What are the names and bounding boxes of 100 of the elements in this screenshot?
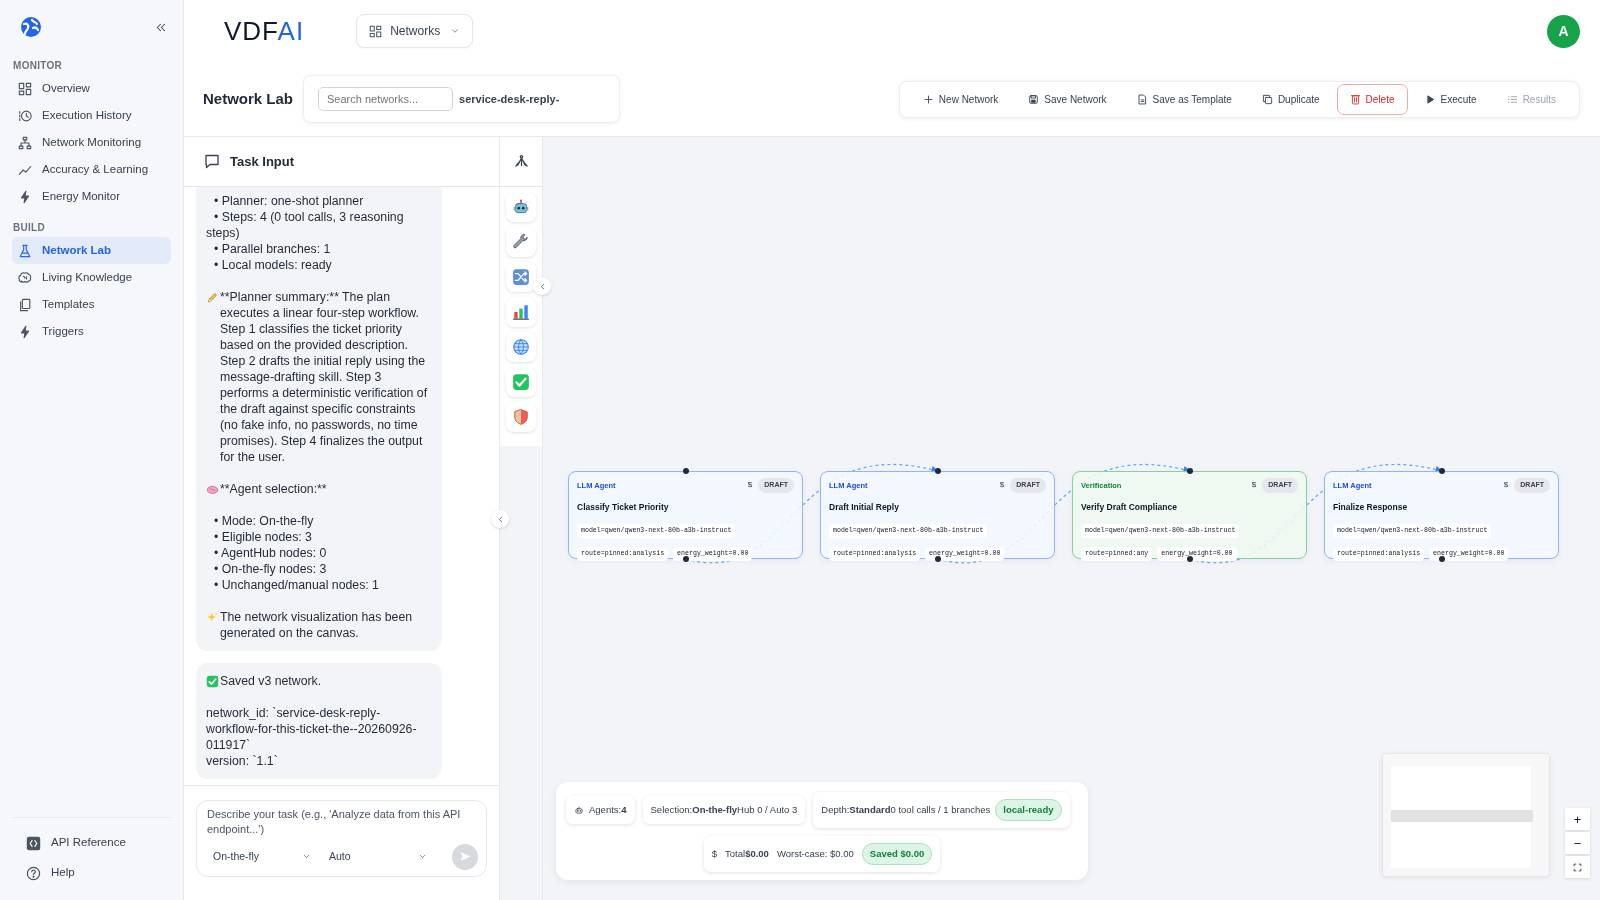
model-select[interactable]: Auto [323,844,433,869]
bar-chart-icon [512,303,530,321]
checkbox-icon [206,674,219,688]
search-field[interactable]: Search networks... [318,87,453,111]
sidebar-item[interactable]: Accuracy & Learning [12,156,171,183]
connection-handle[interactable] [1187,556,1193,562]
fit-icon [1573,862,1582,872]
connection-handle[interactable] [1439,468,1445,474]
connection-handle[interactable] [935,556,941,562]
node-title: Finalize Response [1333,500,1409,514]
message-text: • On-the-fly nodes: 3 [213,560,328,577]
grid-icon [369,24,383,38]
panel-title: Task Input [230,152,295,171]
page-title: Network Lab [203,90,293,108]
stat-text: Selection:On-the-flyHub 0 / Auto 3 [650,802,798,817]
node-title: Classify Ticket Priority [577,500,670,514]
sparkle-icon [206,610,219,624]
palette-button[interactable] [506,367,536,397]
checkbox-icon [512,373,530,391]
toolbar-button[interactable]: Duplicate [1248,83,1333,115]
toolbar-button[interactable]: Delete [1336,83,1408,115]
documents-icon [18,297,32,312]
networks-dropdown[interactable]: Networks [356,14,474,48]
palette-button[interactable] [506,332,536,362]
cost-label: $ [1251,479,1257,492]
connection-handle[interactable] [683,556,689,562]
palette-button[interactable] [506,227,536,257]
palette-button[interactable] [506,262,536,292]
send-icon [459,851,471,863]
palette-button[interactable] [506,297,536,327]
copy-icon [1261,93,1273,105]
stat-text: Depth:Standard0 tool calls / 1 branches [821,802,991,817]
message-text: • Unchanged/manual nodes: 1 [213,576,380,593]
sidebar-item[interactable]: API Reference [12,828,171,858]
sidebar-item[interactable]: Energy Monitor [12,183,171,210]
logo: VDFAI [224,18,305,44]
section-label: MONITOR [13,59,64,73]
sidebar-item[interactable]: Execution History [12,102,171,129]
fit-view-button[interactable] [1565,856,1590,878]
sidebar-item[interactable]: Network Monitoring [12,129,171,156]
message-text: • Parallel branches: 1 [213,240,332,257]
shield-icon [512,408,530,426]
sidebar-item[interactable]: Network Lab [12,237,171,264]
message-text: • Eligible nodes: 3 [213,528,313,545]
chevron-icon [450,26,461,36]
connection-handle[interactable] [935,468,941,474]
bolt-icon [18,189,32,204]
sidebar-item[interactable]: Overview [12,75,171,102]
message-text: • Local models: ready [213,256,333,273]
currency-label: $ [711,846,718,861]
sidebar-item[interactable]: Templates [12,291,171,318]
message-text: The network visualization has been generated on the canvas. [220,608,414,641]
network-icon [18,135,32,150]
plus-icon [922,93,934,105]
network-name: service-desk-reply- [459,91,560,107]
task-input-field[interactable]: Describe your task (e.g., 'Analyze data from this API endpoint...') On-the-fly Auto [196,799,487,877]
zoom-in-button[interactable]: + [1565,808,1590,830]
message-text: **Planner summary:** The plan executes a linear four-step workflow. Step 1 classifies the ticket priority based on the provided description. Step 2 drafts the initial reply using the message-drafting skill. Step 3 performs a deterministic verification of the draft against specific constraints (no fake info, no passwords, no time promises). Step 4 finalizes the output for the user. [220,288,429,465]
globe-icon [512,338,530,356]
flask-icon [18,243,32,258]
toolbar-button[interactable]: New Network [909,83,1012,115]
hierarchy-icon[interactable] [513,154,529,169]
bolt-icon [18,324,32,339]
status-badge: Saved $0.00 [861,842,933,865]
connection-handle[interactable] [1439,556,1445,562]
palette-button[interactable] [506,402,536,432]
sidebar-item[interactable]: Living Knowledge [12,264,171,291]
toolbar-button[interactable]: Execute [1411,83,1490,115]
sidebar-item[interactable]: Triggers [12,318,171,345]
message-text: version: `1.1` [206,752,279,769]
sidebar-item[interactable]: Help [12,858,171,888]
message-text: • AgentHub nodes: 0 [213,544,328,561]
trash-icon [1349,93,1361,105]
brain-icon [18,270,32,285]
list-icon [1506,93,1518,105]
mode-select[interactable]: On-the-fly [207,844,317,869]
palette-button[interactable] [506,192,536,222]
connection-handle[interactable] [1187,468,1193,474]
message-text: • Steps: 4 (0 tool calls, 3 reasoning steps) [206,208,405,241]
logo-icon [19,15,43,39]
node-title: Draft Initial Reply [829,500,900,514]
message-text: • Mode: On-the-fly [213,512,315,529]
cost-label: $ [1503,479,1509,492]
play-icon [1424,93,1436,105]
status-badge: local-ready [995,798,1062,821]
robot-icon [512,198,530,216]
zoom-out-button[interactable]: − [1565,832,1590,854]
message-text: • Planner: one-shot planner [213,192,365,209]
document-icon [1136,93,1148,105]
robot-icon [574,804,584,815]
wrench-icon [512,233,530,251]
grid-icon [18,81,32,96]
stat-text: Agents:4 [589,802,627,817]
toolbar-button[interactable]: Save Network [1015,83,1120,115]
section-label: BUILD [13,221,47,235]
api-icon [26,835,41,851]
message-text: Saved v3 network. [220,672,322,689]
stat-text: Worst-case: $0.00 [776,846,854,861]
connection-handle[interactable] [683,468,689,474]
toolbar-button[interactable]: Save as Template [1123,83,1245,115]
